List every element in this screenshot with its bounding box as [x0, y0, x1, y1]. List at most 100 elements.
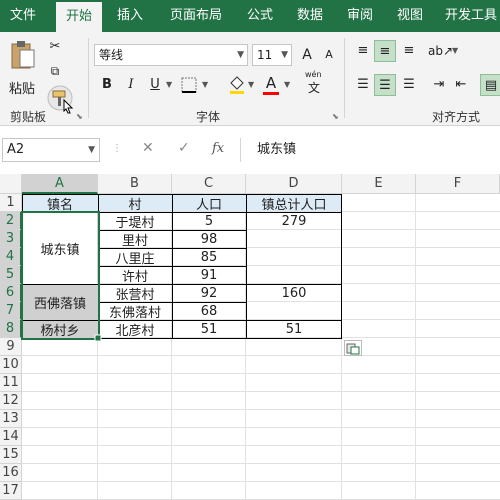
align-right-icon: ☰ — [403, 77, 415, 92]
worksheet-grid[interactable]: A B C D E F 1 2 3 4 5 6 7 8 9 10 11 12 13 14 15 16 17 — [0, 174, 500, 500]
tab-view[interactable]: 视图 — [390, 0, 430, 32]
outdent-button[interactable]: ⇤ — [450, 74, 472, 96]
align-top-button[interactable]: ≡ — [352, 40, 374, 62]
align-left-button[interactable]: ☰ — [352, 74, 374, 96]
cell-d1[interactable]: 镇总计人口 — [246, 194, 342, 213]
wrap-text-button[interactable]: ▤ — [480, 74, 500, 96]
copy-icon: ⧉ — [50, 64, 60, 78]
italic-button[interactable]: I — [120, 74, 142, 96]
align-center-button[interactable]: ☰ — [374, 74, 396, 96]
cut-button[interactable]: ✂ — [44, 36, 66, 58]
align-bottom-button[interactable]: ≡ — [398, 40, 420, 62]
cell-b3[interactable]: 里村 — [98, 230, 172, 249]
cell-b6[interactable]: 张营村 — [98, 284, 172, 303]
cell-b8[interactable]: 北彦村 — [98, 320, 172, 339]
cell-c8[interactable]: 51 — [172, 320, 246, 338]
orientation-icon: ab↗ — [428, 44, 454, 58]
chevron-down-icon[interactable]: ▼ — [248, 80, 254, 89]
more-dots-icon: ⋮ — [112, 143, 122, 154]
cell-d6[interactable]: 160 — [246, 284, 342, 302]
font-name-select[interactable]: 等线 ▼ — [94, 44, 248, 66]
underline-button[interactable]: U — [144, 74, 166, 96]
cell-d8[interactable]: 51 — [246, 320, 342, 338]
phonetic-guide-button[interactable]: wén 文 — [304, 70, 330, 98]
cell-b2[interactable]: 于堤村 — [98, 212, 172, 231]
bold-button[interactable]: B — [96, 74, 118, 96]
row-header-15[interactable]: 15 — [0, 446, 22, 464]
ribbon-tab-bar: 文件 开始 插入 页面布局 公式 数据 审阅 视图 开发工具 — [0, 0, 500, 32]
paste-button[interactable]: 粘贴 — [6, 40, 40, 97]
font-dialog-launcher-icon[interactable]: ⬊ — [332, 112, 339, 121]
name-box[interactable]: A2 ▼ — [2, 138, 100, 162]
tab-home[interactable]: 开始 — [56, 2, 102, 32]
font-color-icon: A — [265, 74, 277, 92]
cell-a6-merged[interactable]: 西佛落镇 — [22, 284, 98, 320]
font-size-select[interactable]: 11 ▼ — [252, 44, 292, 66]
chevron-down-icon[interactable]: ▼ — [166, 80, 172, 89]
row-header-11[interactable]: 11 — [0, 374, 22, 392]
shrink-font-button[interactable]: A — [318, 44, 340, 66]
cell-b5[interactable]: 许村 — [98, 266, 172, 285]
cell-a1[interactable]: 镇名 — [22, 194, 98, 213]
tab-insert[interactable]: 插入 — [110, 0, 150, 32]
paste-options-icon — [346, 343, 360, 355]
shrink-font-icon: A — [325, 48, 333, 61]
cell-c3[interactable]: 98 — [172, 230, 246, 248]
chevron-down-icon: ▼ — [281, 50, 288, 60]
cell-b7[interactable]: 东佛落村 — [98, 302, 172, 321]
name-box-value: A2 — [7, 142, 25, 157]
formula-input[interactable]: 城东镇 — [240, 138, 498, 162]
cancel-button[interactable]: ✕ — [142, 140, 154, 156]
cell-d2[interactable]: 279 — [246, 212, 342, 230]
cell-c6[interactable]: 92 — [172, 284, 246, 302]
cell-c1[interactable]: 人口 — [172, 194, 246, 213]
indent-button[interactable]: ⇥ — [428, 74, 450, 96]
font-color-swatch — [263, 92, 279, 95]
orientation-button[interactable]: ab↗ — [428, 40, 454, 62]
fill-color-button[interactable] — [226, 74, 248, 96]
cell-c4[interactable]: 85 — [172, 248, 246, 266]
row-header-14[interactable]: 14 — [0, 428, 22, 446]
enter-button[interactable]: ✓ — [178, 140, 190, 156]
tab-data[interactable]: 数据 — [290, 0, 330, 32]
insert-function-button[interactable]: fx — [212, 141, 224, 156]
tab-developer[interactable]: 开发工具 — [440, 0, 500, 32]
cell-a2-merged[interactable]: 城东镇 — [22, 212, 98, 284]
phonetic-char: 文 — [308, 81, 321, 95]
italic-icon: I — [128, 77, 134, 92]
excel-window: 文件 开始 插入 页面布局 公式 数据 审阅 视图 开发工具 粘贴 ✂ ⧉ 剪贴… — [0, 0, 500, 500]
chevron-down-icon[interactable]: ▼ — [452, 46, 458, 55]
chevron-down-icon[interactable]: ▼ — [202, 80, 208, 89]
row-header-12[interactable]: 12 — [0, 392, 22, 410]
font-group-label: 字体 — [196, 110, 221, 124]
row-header-16[interactable]: 16 — [0, 464, 22, 482]
tab-page-layout[interactable]: 页面布局 — [160, 0, 232, 32]
row-header-13[interactable]: 13 — [0, 410, 22, 428]
cell-b1[interactable]: 村 — [98, 194, 172, 213]
phonetic-label: wén — [305, 70, 322, 79]
cell-b4[interactable]: 八里庄 — [98, 248, 172, 267]
chevron-down-icon[interactable]: ▼ — [284, 80, 290, 89]
copy-button[interactable]: ⧉ — [44, 60, 66, 82]
cell-c5[interactable]: 91 — [172, 266, 246, 284]
clipboard-dialog-launcher-icon[interactable]: ⬊ — [76, 112, 83, 121]
alignment-group-label: 对齐方式 — [432, 110, 481, 124]
paste-options-button[interactable] — [344, 340, 362, 356]
grow-font-button[interactable]: A — [296, 44, 318, 66]
cell-c2[interactable]: 5 — [172, 212, 246, 230]
cell-c7[interactable]: 68 — [172, 302, 246, 320]
cell-a8[interactable]: 杨村乡 — [22, 320, 98, 339]
align-right-button[interactable]: ☰ — [398, 74, 420, 96]
tab-review[interactable]: 审阅 — [340, 0, 380, 32]
font-color-button[interactable]: A — [260, 74, 282, 96]
paint-bucket-icon — [230, 76, 244, 94]
format-painter-button[interactable] — [44, 84, 78, 114]
group-separator — [344, 38, 345, 118]
tab-formulas[interactable]: 公式 — [240, 0, 280, 32]
borders-button[interactable] — [178, 74, 200, 96]
scissors-icon: ✂ — [49, 39, 61, 54]
align-middle-button[interactable]: ≡ — [374, 40, 396, 62]
chevron-down-icon[interactable]: ▼ — [88, 139, 95, 161]
tab-file[interactable]: 文件 — [0, 0, 46, 32]
row-header-17[interactable]: 17 — [0, 482, 22, 500]
